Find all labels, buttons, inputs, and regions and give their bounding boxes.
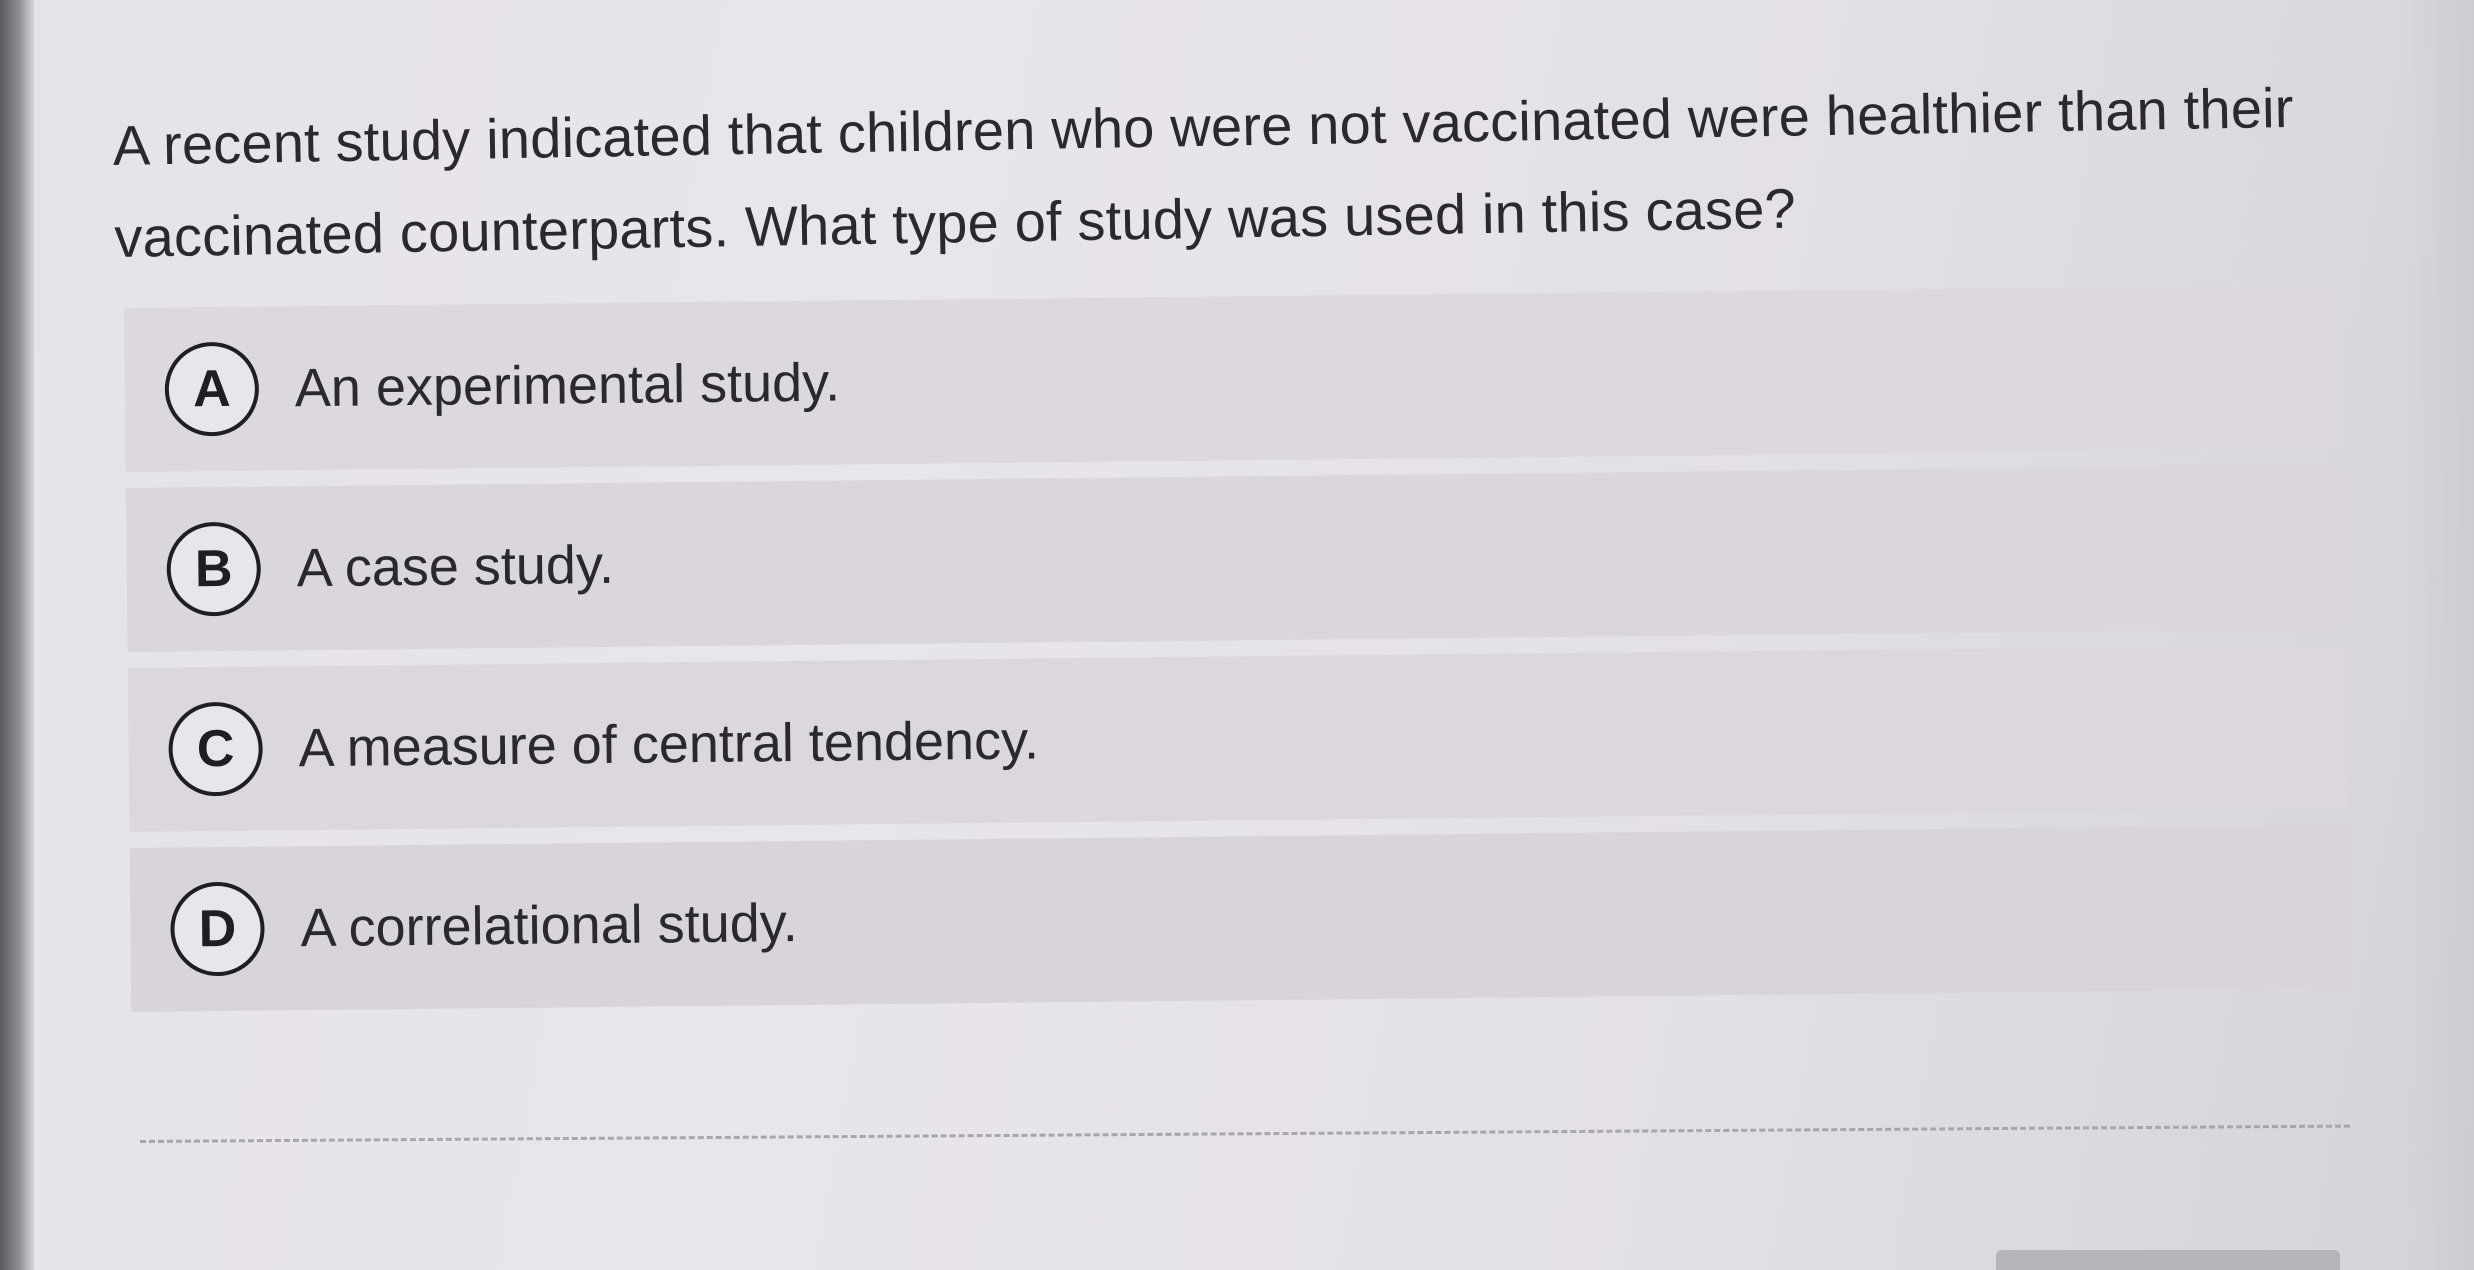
question-text: A recent study indicated that children w… [112, 75, 2295, 269]
option-a-letter-badge: A [164, 341, 260, 437]
option-a-label: An experimental study. [294, 352, 841, 419]
option-d-letter-badge: D [170, 881, 265, 977]
option-b[interactable]: B A case study. [125, 464, 2348, 652]
option-b-label: A case study. [296, 534, 615, 599]
option-d-label: A correlational study. [300, 892, 799, 959]
screen-glare-right [2404, 0, 2474, 1270]
option-d[interactable]: D A correlational study. [129, 824, 2352, 1012]
option-c[interactable]: C A measure of central tendency. [127, 644, 2350, 832]
screen-bezel-left [0, 0, 34, 1270]
answer-options: A An experimental study. B A case study.… [124, 284, 2352, 1028]
option-b-letter-badge: B [166, 521, 262, 617]
option-c-label: A measure of central tendency. [298, 710, 1040, 779]
option-a[interactable]: A An experimental study. [124, 284, 2346, 472]
option-c-letter-badge: C [168, 701, 264, 797]
bottom-button-edge[interactable] [1996, 1250, 2340, 1270]
section-divider [140, 1124, 2350, 1143]
